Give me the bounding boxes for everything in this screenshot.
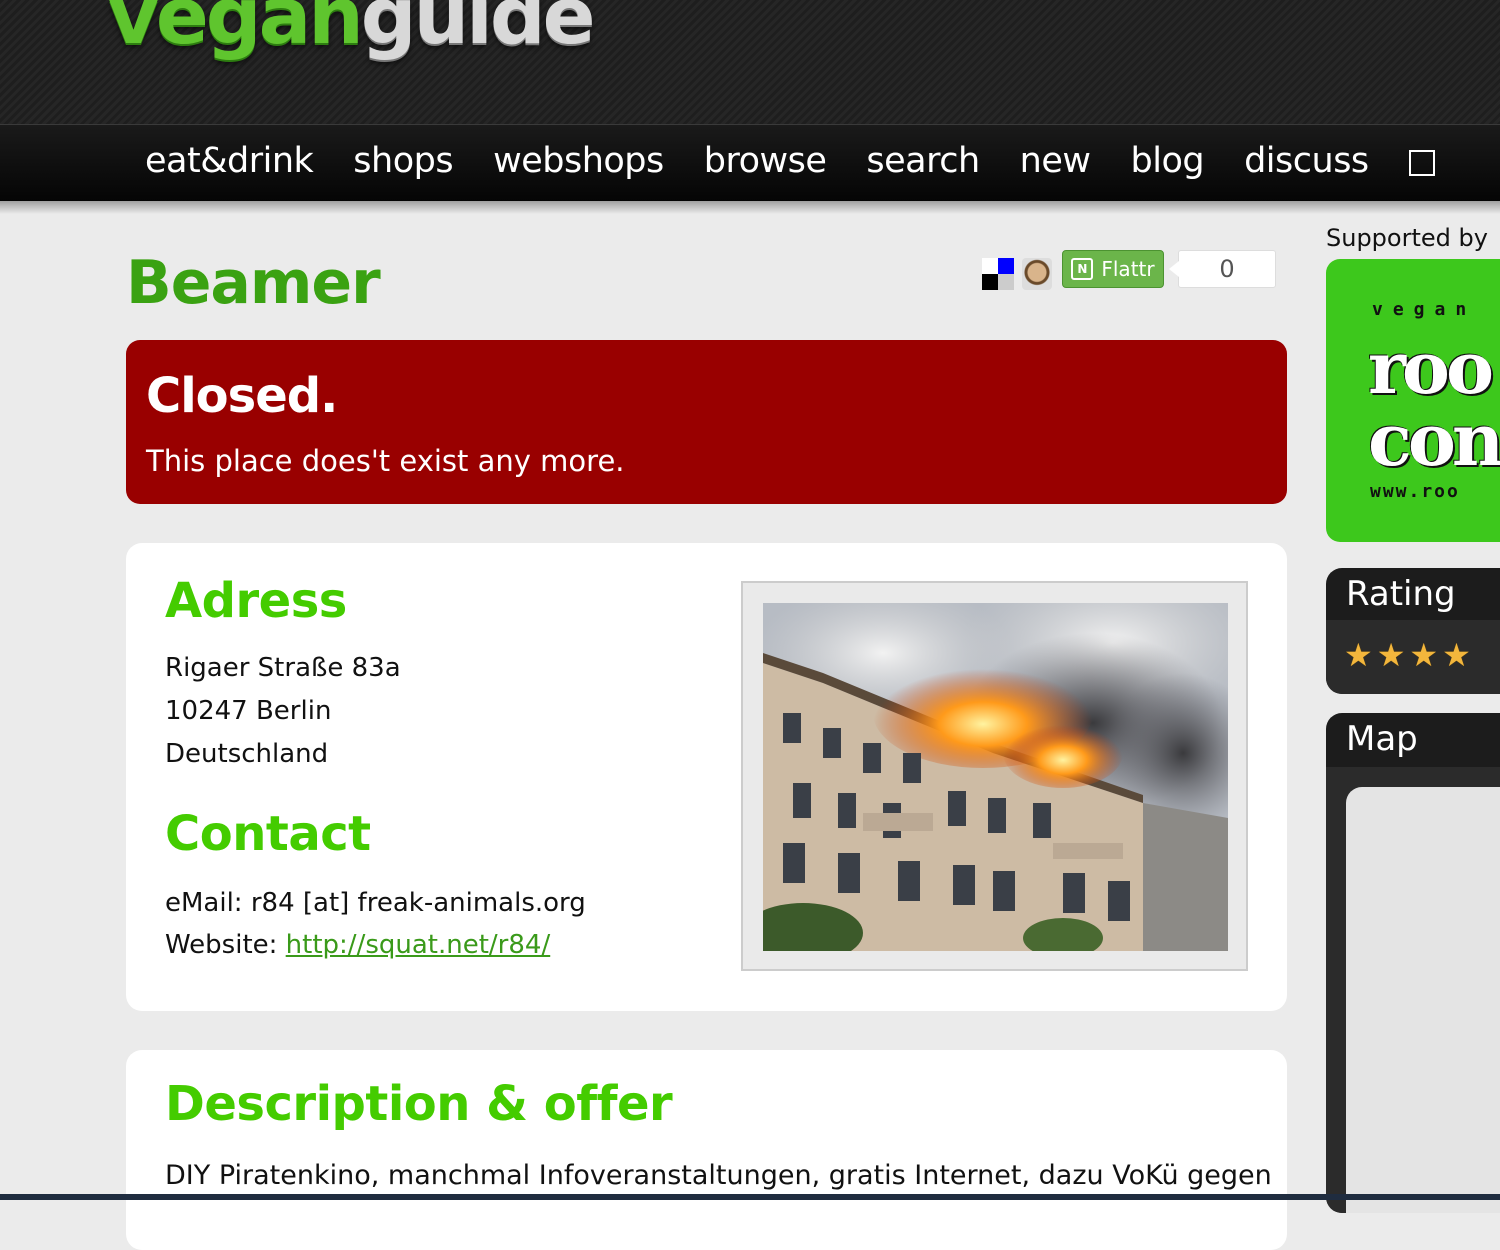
closed-banner: Closed. This place does't exist any more… <box>126 340 1287 504</box>
description-heading: Description & offer <box>165 1076 673 1132</box>
nav-item-browse[interactable]: browse <box>704 139 827 183</box>
email-label: eMail: <box>165 888 243 918</box>
closed-message: This place does't exist any more. <box>146 444 625 478</box>
rating-heading: Rating <box>1346 574 1456 614</box>
logo-part-vegan: vegan <box>108 0 364 62</box>
nav-item-blog[interactable]: blog <box>1131 139 1205 183</box>
map-panel: Map <box>1326 713 1500 1213</box>
closed-heading: Closed. <box>146 368 338 424</box>
page-title: Beamer <box>126 248 381 318</box>
website-link[interactable]: http://squat.net/r84/ <box>286 930 551 960</box>
nav-item-search[interactable]: search <box>866 139 980 183</box>
ad-line1: vegan <box>1372 299 1477 320</box>
rating-body: ★ ★ ★ ★ <box>1326 620 1500 694</box>
supported-by-label: Supported by <box>1326 224 1488 252</box>
address-street: Rigaer Straße 83a <box>165 653 401 683</box>
rating-panel: Rating ★ ★ ★ ★ <box>1326 568 1500 694</box>
place-photo <box>763 603 1228 951</box>
sponsor-ad[interactable]: vegan roo con www.roo <box>1326 259 1500 542</box>
nav-square-icon[interactable] <box>1408 150 1435 176</box>
website-label: Website: <box>165 930 278 960</box>
contact-heading: Contact <box>165 806 371 862</box>
avatar-icon[interactable] <box>1022 258 1052 290</box>
place-photo-frame[interactable] <box>741 581 1248 971</box>
address-card: Adress Rigaer Straße 83a 10247 Berlin De… <box>126 543 1287 1011</box>
nav-item-eat-drink[interactable]: eat&drink <box>145 139 314 183</box>
rating-stars[interactable]: ★ ★ ★ ★ <box>1344 636 1475 674</box>
share-bar: N Flattr 0 <box>982 248 1276 290</box>
nav-shadow <box>0 200 1500 214</box>
map-body <box>1326 767 1500 1213</box>
burning-building-image <box>763 603 1228 951</box>
nav-item-discuss[interactable]: discuss <box>1244 139 1369 183</box>
nav-item-new[interactable]: new <box>1020 139 1091 183</box>
flattr-icon: N <box>1071 258 1094 280</box>
delicious-icon[interactable] <box>982 258 1014 290</box>
address-city: 10247 Berlin <box>165 696 332 726</box>
site-header: veganguide <box>0 0 1500 124</box>
address-country: Deutschland <box>165 739 329 769</box>
description-text: DIY Piratenkino, manchmal Infoveranstalt… <box>165 1160 1272 1191</box>
star-icon[interactable]: ★ <box>1409 636 1438 674</box>
address-heading: Adress <box>165 573 347 629</box>
ad-line3: con <box>1368 397 1500 482</box>
flattr-button[interactable]: N Flattr <box>1062 250 1164 288</box>
nav-item-shops[interactable]: shops <box>353 139 453 183</box>
email-value: r84 [at] freak-animals.org <box>250 888 586 918</box>
contact-email-row: eMail: r84 [at] freak-animals.org <box>165 888 586 918</box>
star-icon[interactable]: ★ <box>1442 636 1471 674</box>
map-heading: Map <box>1346 719 1418 759</box>
bottom-strip <box>0 1194 1500 1200</box>
logo-part-guide: guide <box>360 0 596 62</box>
flattr-count: 0 <box>1169 250 1276 288</box>
star-icon[interactable]: ★ <box>1377 636 1406 674</box>
description-card: Description & offer DIY Piratenkino, man… <box>126 1050 1287 1250</box>
site-logo[interactable]: veganguide <box>108 0 596 56</box>
ad-url: www.roo <box>1370 481 1460 502</box>
contact-website-row: Website: http://squat.net/r84/ <box>165 930 550 960</box>
main-nav: eat&drink shops webshops browse search n… <box>0 124 1500 201</box>
map-canvas[interactable] <box>1346 787 1500 1213</box>
flattr-label: Flattr <box>1101 257 1155 281</box>
nav-item-webshops[interactable]: webshops <box>493 139 664 183</box>
star-icon[interactable]: ★ <box>1344 636 1373 674</box>
